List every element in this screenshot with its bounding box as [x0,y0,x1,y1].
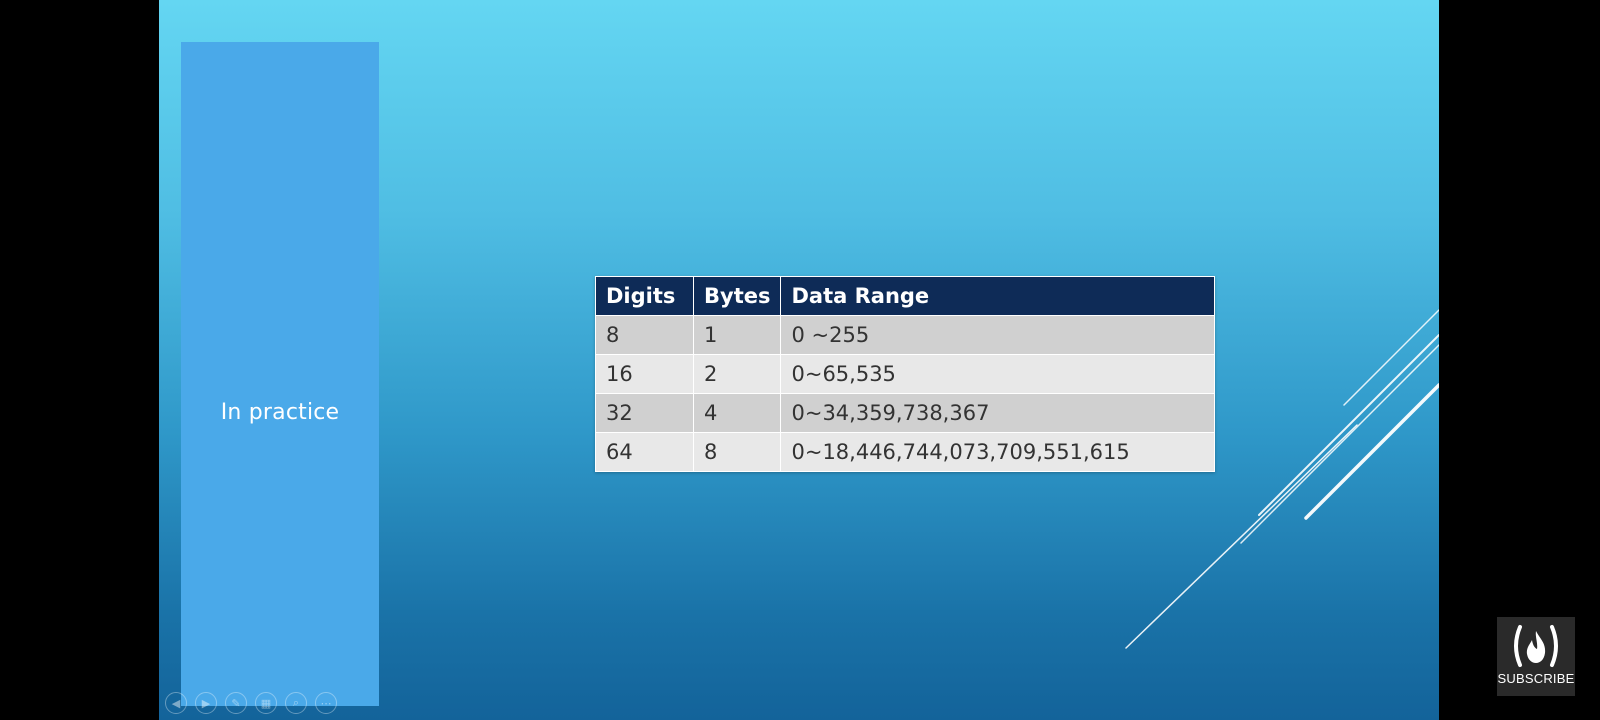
slides-icon[interactable]: ▦ [255,692,277,714]
next-icon[interactable]: ▶ [195,692,217,714]
presentation-slide: In practice Digits Bytes Data Range 8 1 … [159,0,1439,720]
subscribe-button[interactable]: SUBSCRIBE [1497,617,1575,696]
header-digits: Digits [595,276,694,316]
header-data-range: Data Range [780,276,1215,316]
pen-icon[interactable]: ✎ [225,692,247,714]
freecodecamp-flame-icon [1514,625,1558,667]
cell-digits: 64 [595,432,694,472]
cell-bytes: 4 [692,393,782,433]
data-range-table: Digits Bytes Data Range 8 1 0 ~255 16 2 … [595,276,1215,472]
table-row: 32 4 0~34,359,738,367 [595,393,1215,433]
table-row: 8 1 0 ~255 [595,315,1215,355]
header-bytes: Bytes [692,276,782,316]
cell-bytes: 1 [692,315,782,355]
cell-bytes: 8 [692,432,782,472]
video-frame: In practice Digits Bytes Data Range 8 1 … [0,0,1600,720]
table-row: 16 2 0~65,535 [595,354,1215,394]
slideshow-controls: ◀ ▶ ✎ ▦ ⌕ ⋯ [165,692,337,714]
prev-icon[interactable]: ◀ [165,692,187,714]
cell-data-range: 0~18,446,744,073,709,551,615 [780,432,1215,472]
side-panel: In practice [181,42,379,706]
zoom-icon[interactable]: ⌕ [285,692,307,714]
slide-title: In practice [220,400,340,425]
cell-digits: 16 [595,354,694,394]
subscribe-label: SUBSCRIBE [1497,671,1575,686]
cell-data-range: 0~34,359,738,367 [780,393,1215,433]
more-icon[interactable]: ⋯ [315,692,337,714]
cell-data-range: 0 ~255 [780,315,1215,355]
cell-digits: 32 [595,393,694,433]
cell-bytes: 2 [692,354,782,394]
cell-data-range: 0~65,535 [780,354,1215,394]
table-header-row: Digits Bytes Data Range [595,276,1215,316]
table-row: 64 8 0~18,446,744,073,709,551,615 [595,432,1215,472]
cell-digits: 8 [595,315,694,355]
